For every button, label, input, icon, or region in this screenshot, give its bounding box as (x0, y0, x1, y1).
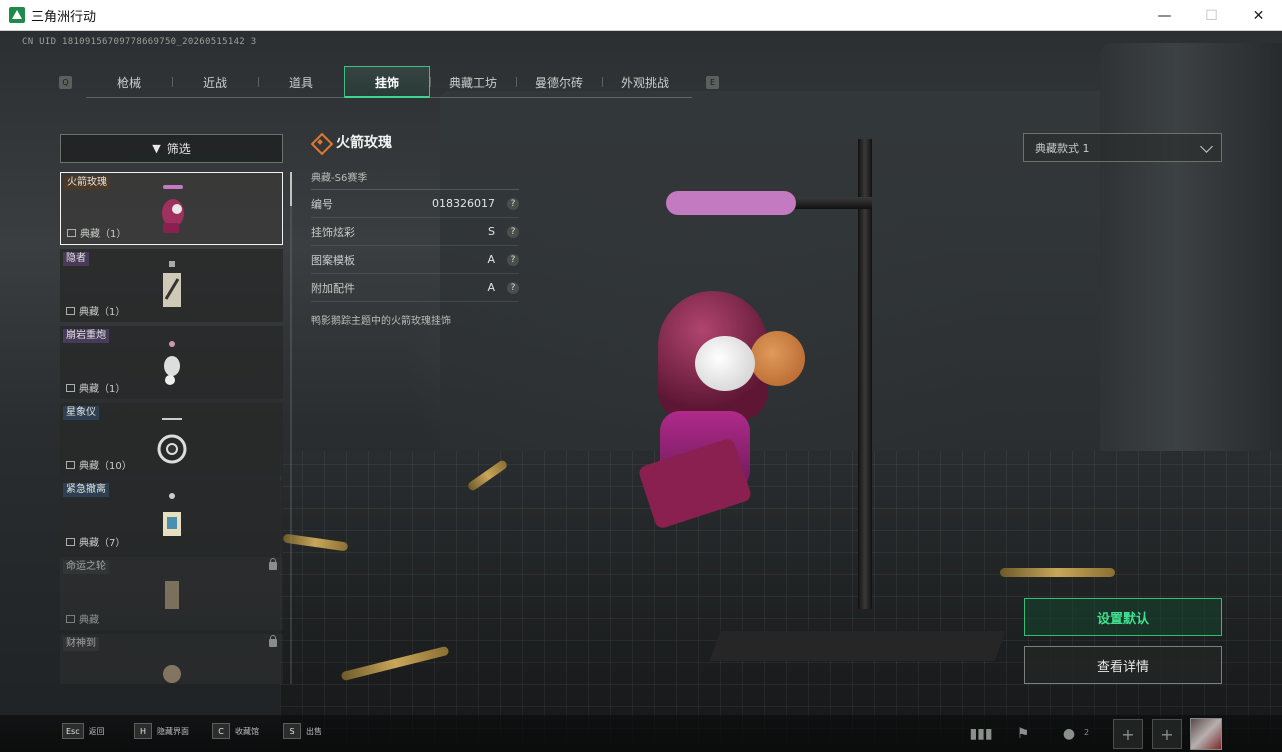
item-name: 星象仪 (63, 406, 99, 420)
style-dropdown[interactable]: 典藏款式 1 (1023, 133, 1222, 162)
help-icon[interactable]: ? (507, 197, 519, 210)
charm-title: 火箭玫瑰 (311, 131, 521, 153)
lock-icon (269, 635, 277, 647)
app-logo-icon (9, 7, 25, 23)
display-stand-base (709, 631, 1006, 661)
charm-list[interactable]: 火箭玫瑰 典藏（1） 隐者 典藏（1） 崩岩重炮 典藏（1） 星象仪 典藏（10… (60, 172, 283, 684)
item-count: 典藏 (66, 611, 99, 626)
add-teammate-button[interactable]: + (1152, 719, 1182, 749)
hotkey-collection[interactable]: C 收藏馆 (212, 723, 259, 739)
tab-firearms[interactable]: 枪械 (86, 66, 172, 98)
list-item[interactable]: 命运之轮 典藏 (60, 557, 283, 630)
help-icon[interactable]: ? (507, 253, 519, 266)
charm-description: 鸭影鹅踪主题中的火箭玫瑰挂饰 (311, 316, 451, 327)
charm-thumbnail (163, 493, 181, 536)
item-count: 典藏（1） (66, 380, 125, 395)
season-label: 典藏-S6赛季 (311, 173, 368, 184)
window-title: 三角洲行动 (31, 9, 97, 25)
list-item[interactable]: 财神到 (60, 634, 283, 684)
bullet-prop (1000, 568, 1115, 577)
prop-row-accessory: 附加配件 A ? (311, 274, 519, 302)
help-icon[interactable]: ? (507, 225, 519, 238)
hotkey-sell[interactable]: S 出售 (283, 723, 322, 739)
item-name: 财神到 (63, 637, 99, 651)
display-stand-pole (858, 139, 872, 609)
item-count: 典藏（1） (66, 303, 125, 318)
list-item[interactable]: 崩岩重炮 典藏（1） (60, 326, 283, 399)
image-icon (66, 537, 75, 546)
chevron-down-icon (1200, 140, 1213, 153)
set-default-button[interactable]: 设置默认 (1024, 598, 1222, 636)
flag-icon[interactable]: ⚑ (1008, 719, 1038, 749)
charm-thumbnail (157, 418, 187, 464)
filter-label: 筛选 (166, 142, 191, 156)
charm-thumbnail (163, 665, 181, 683)
add-teammate-button[interactable]: + (1113, 719, 1143, 749)
window-titlebar: 三角洲行动 — ☐ ✕ (0, 0, 1282, 31)
uid-text: CN UID 18109156709778669750_20260515142 … (22, 37, 257, 47)
prop-row-color: 挂饰炫彩 S ? (311, 218, 519, 246)
filter-icon: ▼ (152, 142, 161, 155)
item-count: 典藏（7） (66, 534, 125, 549)
serial-number: 018326017 (432, 197, 495, 210)
prop-row-serial: 编号 018326017 ? (311, 190, 519, 218)
list-item[interactable]: 火箭玫瑰 典藏（1） (60, 172, 283, 245)
list-scrollbar-track[interactable] (290, 172, 292, 684)
image-icon (66, 306, 75, 315)
help-icon[interactable]: ? (507, 281, 519, 294)
item-count: 典藏（1） (67, 225, 126, 240)
filter-button[interactable]: ▼ 筛选 (60, 134, 283, 163)
item-name: 崩岩重炮 (63, 329, 109, 343)
friends-icon[interactable]: ● (1054, 719, 1084, 749)
image-icon (67, 228, 76, 237)
tab-prev-key[interactable]: Q (59, 76, 72, 89)
friends-count: 2 (1084, 728, 1090, 737)
item-name: 隐者 (63, 252, 89, 266)
minimize-button[interactable]: — (1141, 0, 1188, 31)
image-icon (66, 614, 75, 623)
image-icon (66, 383, 75, 392)
item-name: 命运之轮 (63, 560, 109, 574)
charm-thumbnail (162, 185, 184, 233)
hotkey-back[interactable]: Esc 返回 (62, 723, 105, 739)
style-dropdown-value: 典藏款式 1 (1035, 141, 1090, 155)
list-item[interactable]: 隐者 典藏（1） (60, 249, 283, 322)
list-item[interactable]: 星象仪 典藏（10） (60, 403, 283, 476)
item-count: 典藏（10） (66, 457, 132, 472)
image-icon (66, 460, 75, 469)
player-avatar[interactable] (1190, 718, 1222, 750)
list-scrollbar-thumb[interactable] (290, 172, 292, 206)
charm-thumbnail (163, 261, 181, 307)
tab-melee[interactable]: 近战 (172, 66, 258, 98)
category-tabs: 枪械 近战 道具 挂饰 典藏工坊 曼德尔砖 外观挑战 (86, 66, 692, 98)
tab-next-key[interactable]: E (706, 76, 719, 89)
window-controls: — ☐ ✕ (1141, 0, 1282, 31)
charm-thumbnail (164, 341, 180, 385)
tab-mandel-brick[interactable]: 曼德尔砖 (516, 66, 602, 98)
tab-collection-workshop[interactable]: 典藏工坊 (430, 66, 516, 98)
view-details-button[interactable]: 查看详情 (1024, 646, 1222, 684)
tab-props[interactable]: 道具 (258, 66, 344, 98)
hotkey-hide-ui[interactable]: H 隐藏界面 (134, 723, 189, 739)
tab-charms[interactable]: 挂饰 (344, 66, 430, 98)
display-stand-grip (666, 191, 796, 215)
maximize-button[interactable]: ☐ (1188, 0, 1235, 31)
charm-thumbnail (165, 581, 179, 609)
charm-3d-model[interactable] (637, 261, 810, 531)
charm-detail-panel: 火箭玫瑰 典藏-S6赛季 编号 018326017 ? 挂饰炫彩 S ? 图案模… (311, 131, 521, 327)
stats-icon[interactable]: ▮▮▮ (966, 719, 996, 749)
bottom-bar: Esc 返回 H 隐藏界面 C 收藏馆 S 出售 ▮▮▮ ⚑ ● 2 + + (0, 715, 1282, 752)
item-name: 紧急撤离 (63, 483, 109, 497)
lock-icon (269, 558, 277, 570)
game-scene: CN UID 18109156709778669750_20260515142 … (0, 31, 1282, 752)
rarity-diamond-icon (311, 133, 329, 151)
prop-row-pattern: 图案模板 A ? (311, 246, 519, 274)
item-name: 火箭玫瑰 (64, 176, 110, 190)
close-button[interactable]: ✕ (1235, 0, 1282, 31)
list-item[interactable]: 紧急撤离 典藏（7） (60, 480, 283, 553)
tab-appearance-challenge[interactable]: 外观挑战 (602, 66, 688, 98)
